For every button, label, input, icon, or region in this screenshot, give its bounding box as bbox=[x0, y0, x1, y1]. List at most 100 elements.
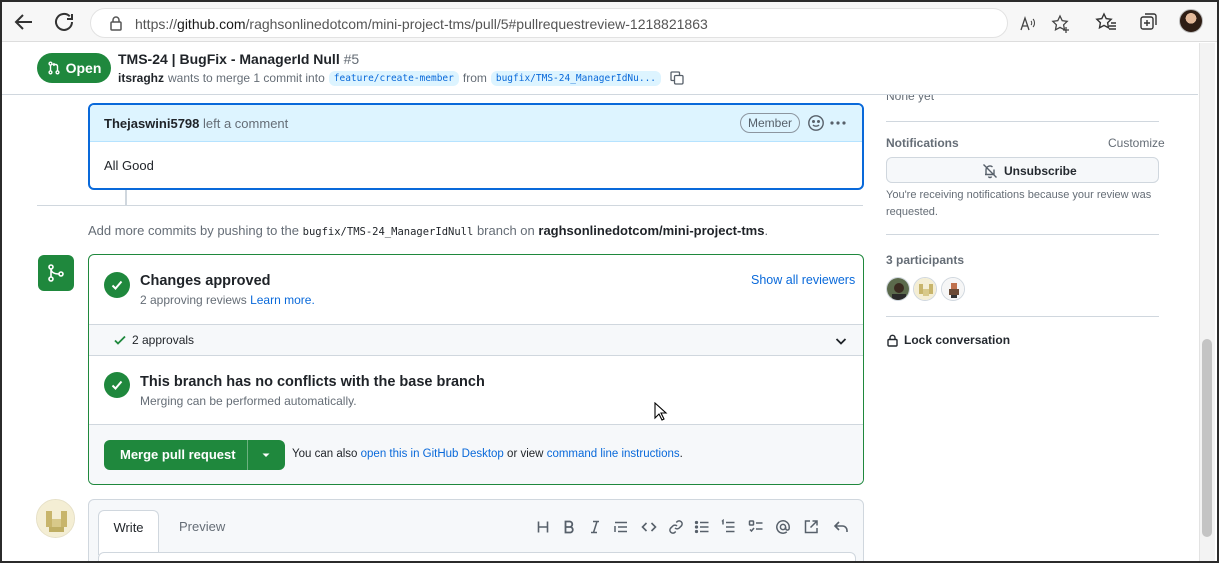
comment-header: Thejaswini5798 left a comment Member bbox=[90, 105, 862, 142]
favorites-icon[interactable] bbox=[1095, 11, 1117, 33]
notifications-reason: You're receiving notifications because y… bbox=[886, 189, 1152, 218]
merge-footer: Merge pull request You can also open thi… bbox=[89, 424, 863, 484]
add-favorite-icon[interactable] bbox=[1051, 14, 1071, 34]
back-icon[interactable] bbox=[12, 10, 36, 34]
participant-avatar[interactable] bbox=[913, 277, 937, 301]
heading-icon[interactable] bbox=[535, 519, 551, 535]
no-conflicts-title: This branch has no conflicts with the ba… bbox=[140, 374, 485, 390]
scrollbar-thumb[interactable] bbox=[1202, 339, 1212, 537]
pr-number: #5 bbox=[343, 51, 360, 67]
add-reaction-icon[interactable] bbox=[807, 114, 825, 132]
approvals-row[interactable]: 2 approvals bbox=[89, 324, 863, 356]
notifications-label: Notifications bbox=[886, 136, 959, 150]
comment-textarea[interactable] bbox=[98, 552, 856, 563]
lock-conversation-label: Lock conversation bbox=[904, 333, 1011, 347]
merge-options-caret-icon[interactable] bbox=[259, 448, 273, 462]
merge-alt-mid: or view bbox=[507, 448, 544, 460]
unsubscribe-content: Unsubscribe bbox=[982, 163, 1077, 179]
base-branch-tag[interactable]: feature/create-member bbox=[328, 70, 459, 86]
comment-author[interactable]: Thejaswini5798 bbox=[104, 116, 199, 131]
sidebar-divider bbox=[886, 316, 1159, 317]
no-conflicts-sub: Merging can be performed automatically. bbox=[140, 394, 357, 408]
customize-link[interactable]: Customize bbox=[1108, 136, 1165, 150]
merge-box: Changes approved 2 approving reviews Lea… bbox=[88, 254, 864, 485]
lock-conversation-link[interactable]: Lock conversation bbox=[886, 333, 1010, 347]
add-commits-period: . bbox=[764, 223, 769, 238]
chevron-down-icon[interactable] bbox=[833, 333, 849, 349]
add-commits-prefix: Add more commits by pushing to the bbox=[88, 223, 299, 238]
pr-meta: itsraghz wants to merge 1 commit into fe… bbox=[118, 70, 685, 86]
approving-reviews-count: 2 approving reviews bbox=[140, 293, 247, 307]
add-commits-repo: raghsonlinedotcom/mini-project-tms bbox=[538, 223, 765, 238]
mention-icon[interactable] bbox=[775, 519, 791, 535]
copy-icon[interactable] bbox=[669, 70, 685, 86]
state-badge-open: Open bbox=[37, 53, 111, 83]
pr-sticky-header: Open TMS-24 | BugFix - ManagerId Null #5… bbox=[2, 43, 1198, 95]
code-icon[interactable] bbox=[641, 519, 657, 535]
reply-icon[interactable] bbox=[833, 519, 849, 535]
pr-title-text: TMS-24 | BugFix - ManagerId Null bbox=[118, 51, 340, 67]
member-badge: Member bbox=[740, 113, 801, 133]
link-icon[interactable] bbox=[668, 519, 684, 535]
url-prefix: https:// bbox=[135, 16, 178, 32]
italic-icon[interactable] bbox=[587, 519, 603, 535]
pull-request-icon bbox=[48, 61, 60, 75]
no-conflicts-check-icon bbox=[104, 372, 130, 398]
tab-preview[interactable]: Preview bbox=[179, 519, 225, 534]
current-user-avatar[interactable] bbox=[36, 499, 75, 538]
profile-avatar[interactable] bbox=[1179, 9, 1203, 33]
quote-icon[interactable] bbox=[613, 519, 629, 535]
tab-write[interactable]: Write bbox=[98, 510, 159, 555]
head-branch-tag[interactable]: bugfix/TMS-24_ManagerIdNu... bbox=[490, 70, 662, 86]
add-commits-branch-on: branch on bbox=[476, 223, 535, 238]
learn-more-link[interactable]: Learn more. bbox=[250, 293, 315, 307]
merge-button-label: Merge pull request bbox=[120, 447, 236, 462]
refresh-icon[interactable] bbox=[52, 10, 76, 34]
merge-status-icon bbox=[38, 255, 74, 291]
add-commits-branch: bugfix/TMS-24_ManagerIdNull bbox=[302, 226, 474, 238]
address-bar[interactable]: https://github.com/raghsonlinedotcom/min… bbox=[90, 8, 1069, 38]
mouse-cursor-icon bbox=[654, 402, 668, 421]
bold-icon[interactable] bbox=[561, 519, 577, 535]
task-list-icon[interactable] bbox=[748, 519, 764, 535]
sidebar-divider bbox=[886, 121, 1159, 122]
approved-check-icon bbox=[104, 272, 130, 298]
ordered-list-icon[interactable] bbox=[720, 519, 736, 535]
command-line-instructions-link[interactable]: command line instructions bbox=[547, 448, 680, 460]
timeline-connector bbox=[125, 190, 127, 205]
url-text[interactable]: https://github.com/raghsonlinedotcom/min… bbox=[135, 16, 708, 32]
check-icon bbox=[114, 335, 126, 345]
add-commits-hint: Add more commits by pushing to the bugfi… bbox=[88, 223, 768, 238]
unordered-list-icon[interactable] bbox=[694, 519, 710, 535]
browser-toolbar: https://github.com/raghsonlinedotcom/min… bbox=[2, 2, 1217, 42]
read-aloud-icon[interactable] bbox=[1019, 15, 1037, 33]
pr-from-text: from bbox=[462, 71, 487, 85]
state-label: Open bbox=[65, 60, 102, 76]
merge-alt-suffix: . bbox=[679, 448, 683, 460]
comment-body: All Good bbox=[104, 158, 154, 173]
comment-author-line: Thejaswini5798 left a comment bbox=[104, 116, 288, 131]
unsubscribe-button[interactable]: Unsubscribe bbox=[886, 157, 1159, 183]
bell-slash-icon bbox=[983, 164, 997, 179]
participants-label: 3 participants bbox=[886, 253, 965, 267]
kebab-menu-icon[interactable] bbox=[828, 114, 848, 132]
open-github-desktop-link[interactable]: open this in GitHub Desktop bbox=[361, 448, 504, 460]
timeline-divider bbox=[37, 205, 863, 206]
unsubscribe-label: Unsubscribe bbox=[1004, 164, 1077, 178]
lock-icon[interactable] bbox=[109, 16, 123, 31]
merge-alt-prefix: You can also bbox=[292, 448, 358, 460]
lock-icon bbox=[887, 334, 898, 347]
show-all-reviewers-link[interactable]: Show all reviewers bbox=[751, 273, 855, 287]
comment-editor: Write Preview bbox=[88, 499, 864, 563]
pr-title: TMS-24 | BugFix - ManagerId Null #5 bbox=[118, 51, 359, 67]
collections-icon[interactable] bbox=[1137, 11, 1159, 33]
approving-reviews-text: 2 approving reviews Learn more. bbox=[140, 293, 315, 307]
participant-avatar[interactable] bbox=[941, 277, 965, 301]
pr-author[interactable]: itsraghz bbox=[118, 71, 164, 85]
reference-icon[interactable] bbox=[803, 519, 819, 535]
merge-pull-request-button[interactable]: Merge pull request bbox=[104, 440, 285, 470]
pr-meta-text: wants to merge 1 commit into bbox=[168, 71, 325, 85]
participant-avatar[interactable] bbox=[886, 277, 910, 301]
url-path: /raghsonlinedotcom/mini-project-tms/pull… bbox=[245, 16, 708, 32]
review-comment: Thejaswini5798 left a comment Member All… bbox=[88, 103, 864, 190]
